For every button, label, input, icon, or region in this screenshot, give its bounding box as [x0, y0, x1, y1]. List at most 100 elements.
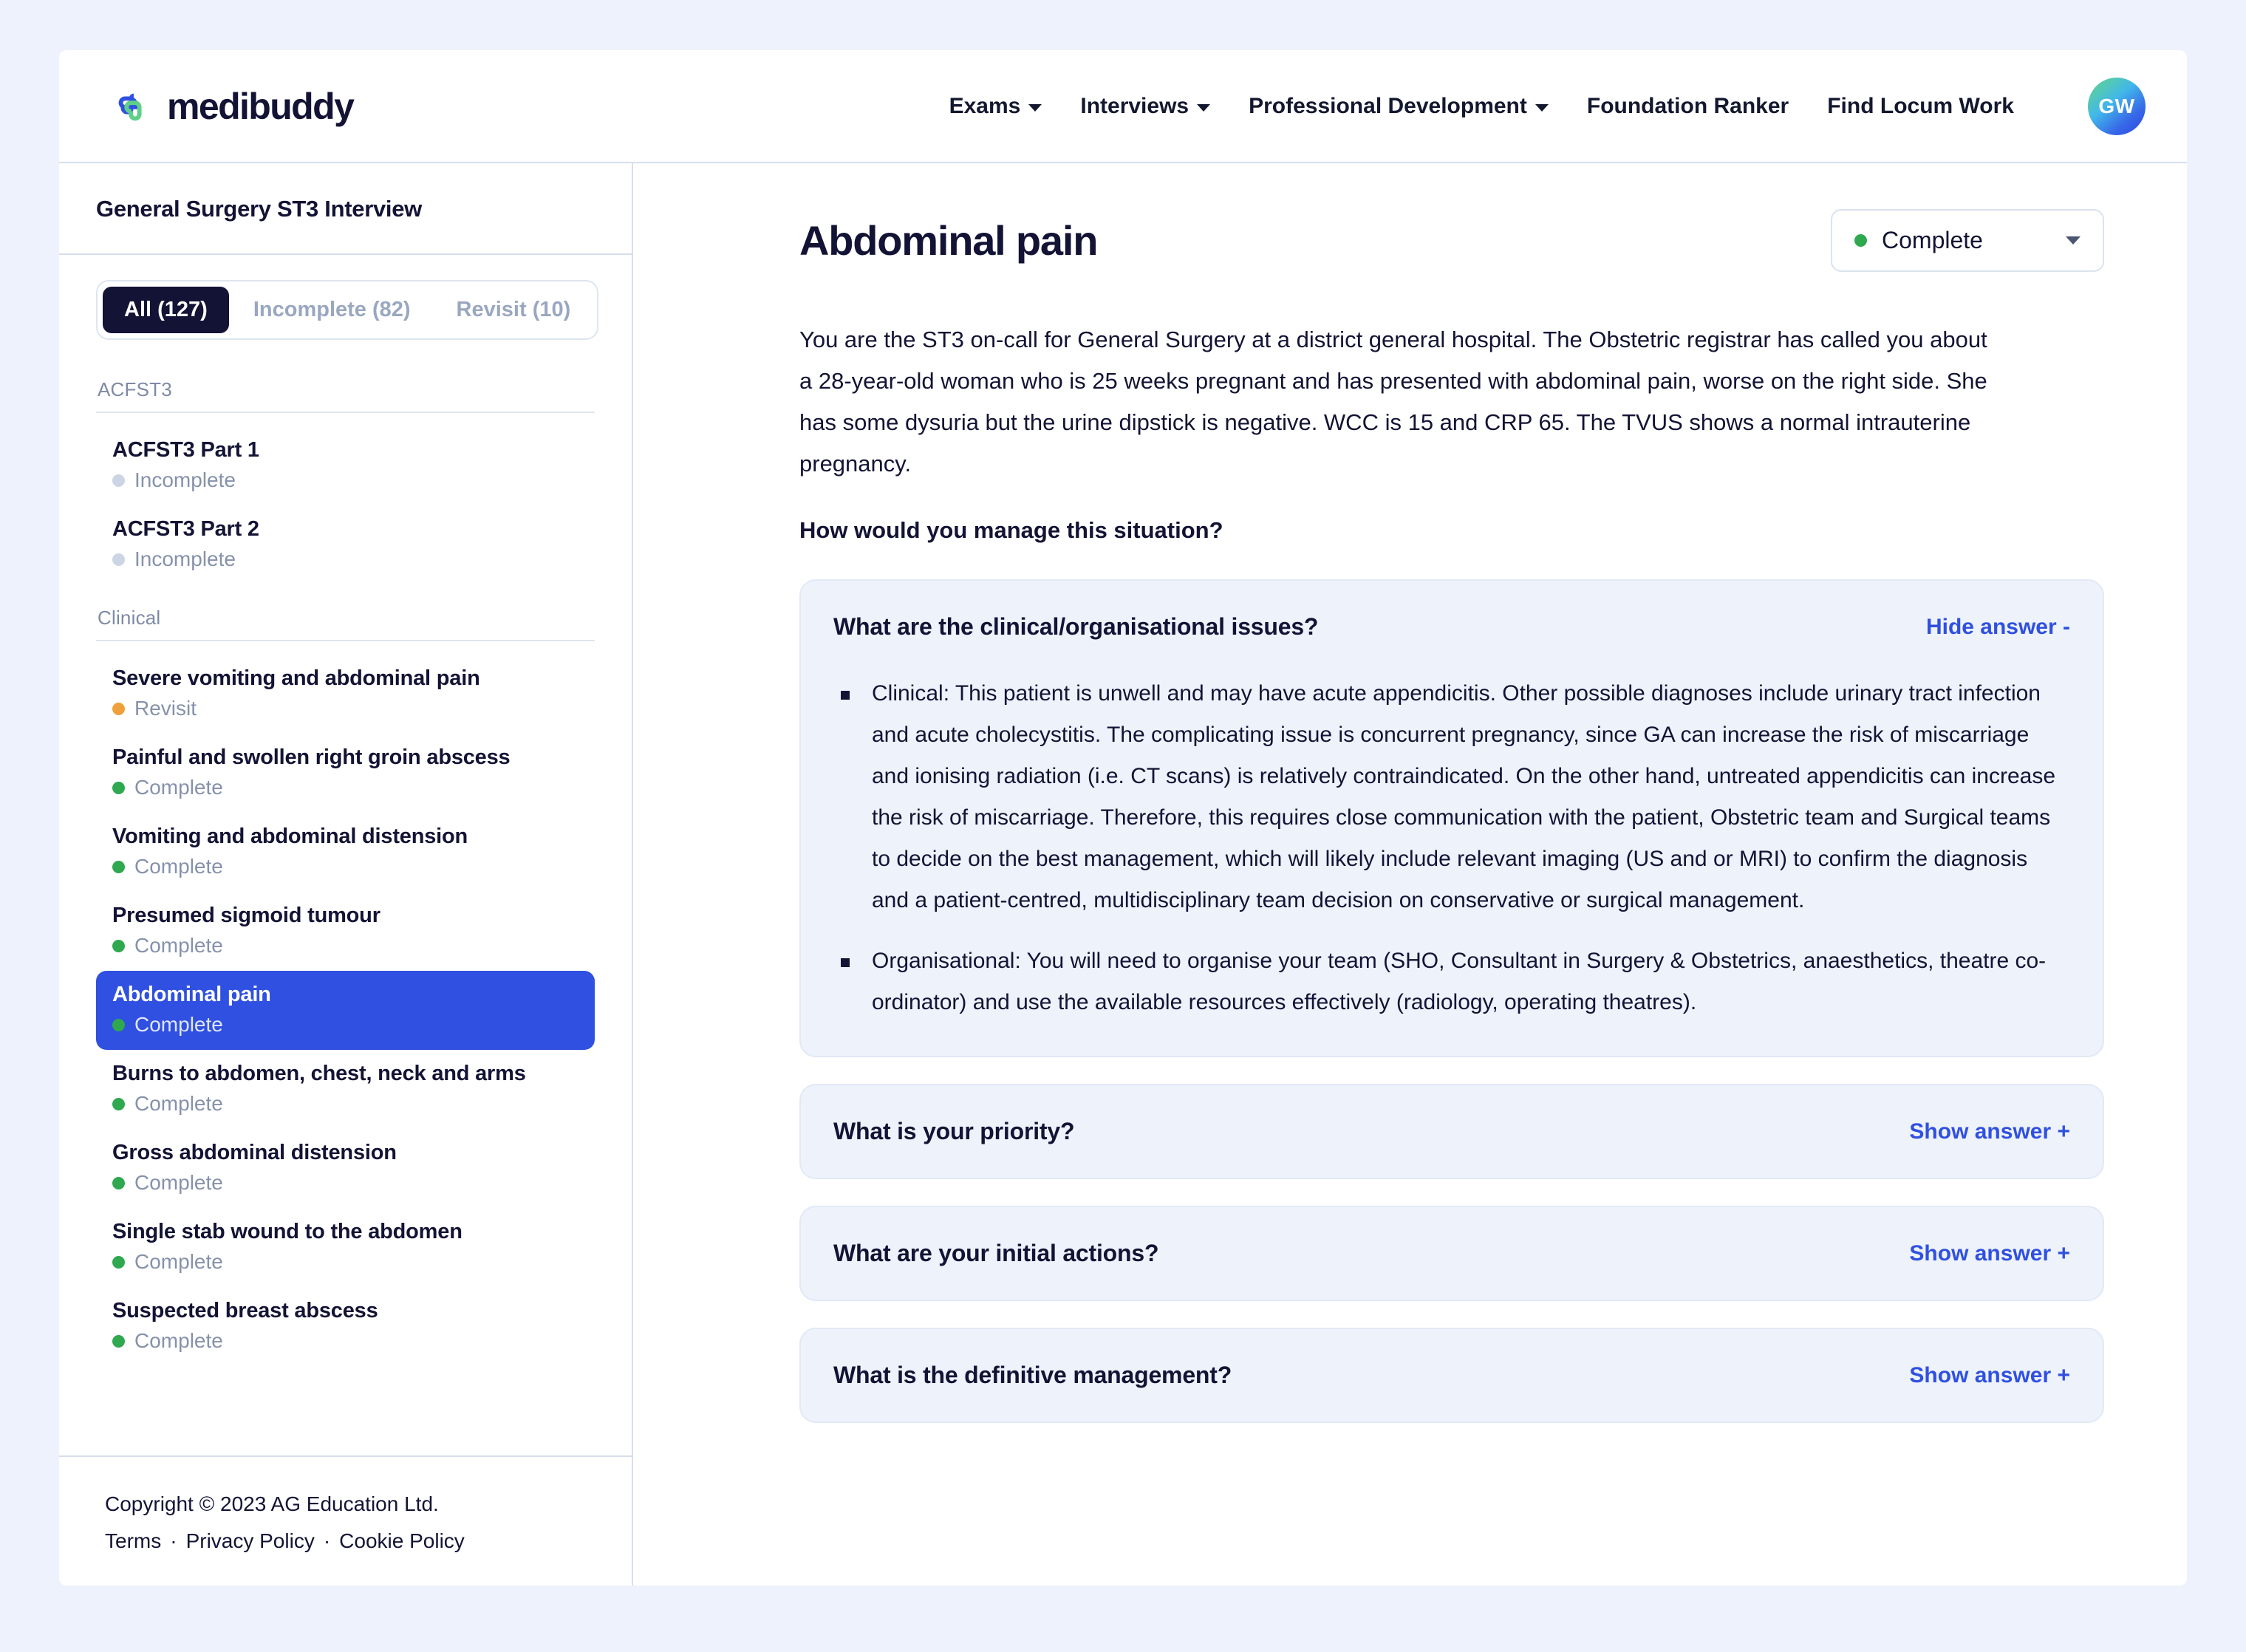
status-dot-icon: [112, 1255, 125, 1269]
question-card: What is your priority? Show answer +: [799, 1084, 2104, 1179]
question-card-header: What is the definitive management? Show a…: [833, 1329, 2070, 1421]
show-answer-button[interactable]: Show answer +: [1909, 1363, 2070, 1388]
nav-item-foundation-ranker[interactable]: Foundation Ranker: [1587, 94, 1789, 119]
list-item[interactable]: Burns to abdomen, chest, neck and arms Co…: [96, 1050, 595, 1129]
topic-name: Painful and swollen right groin abscess: [112, 745, 511, 769]
nav-item-find-locum-work[interactable]: Find Locum Work: [1827, 94, 2014, 119]
nav-label: Interviews: [1080, 93, 1189, 118]
status-value: Complete: [1882, 227, 1983, 253]
topic-name: ACFST3 Part 2: [112, 517, 259, 541]
privacy-policy-link[interactable]: Privacy Policy: [186, 1529, 315, 1553]
list-item[interactable]: ACFST3 Part 2 Incomplete: [96, 505, 595, 584]
chevron-down-icon: [2066, 236, 2081, 245]
app-page: medibuddy Exams Interviews Professional …: [0, 0, 2246, 1652]
question-card-header: What are the clinical/organisational iss…: [833, 581, 2070, 673]
topic-group-label: Clinical: [98, 607, 161, 629]
status-dot-icon: [112, 1176, 125, 1189]
brand-name: medibuddy: [167, 85, 355, 127]
topic-name: Gross abdominal distension: [112, 1141, 397, 1164]
answer-body: Clinical: This patient is unwell and may…: [833, 673, 2070, 1056]
main-panel: Abdominal pain Complete You are the ST3 …: [633, 163, 2187, 1586]
status-label: Revisit: [134, 697, 197, 720]
question-title: What are the clinical/organisational iss…: [833, 613, 1319, 640]
answer-bullet: Organisational: You will need to organis…: [833, 941, 2070, 1023]
list-item[interactable]: Suspected breast abscess Complete: [96, 1287, 595, 1366]
status-dot-icon: [112, 781, 125, 794]
avatar[interactable]: GW: [2088, 77, 2146, 135]
list-item[interactable]: Gross abdominal distension Complete: [96, 1129, 595, 1208]
chevron-down-icon: [1197, 103, 1211, 112]
status-badge: Incomplete: [112, 547, 578, 571]
filter-incomplete[interactable]: Incomplete (82): [232, 287, 432, 333]
status-dot-icon: [112, 702, 125, 715]
sidebar-footer: Copyright © 2023 AG Education Ltd. Terms…: [59, 1455, 632, 1586]
list-item[interactable]: ACFST3 Part 1 Incomplete: [96, 426, 595, 505]
status-label: Incomplete: [134, 468, 236, 491]
topic-name: Burns to abdomen, chest, neck and arms: [112, 1062, 526, 1085]
app-window: medibuddy Exams Interviews Professional …: [59, 50, 2187, 1586]
status-badge: Complete: [112, 855, 578, 878]
status-dot-icon: [112, 474, 125, 487]
question-card-header: What are your initial actions? Show answe…: [833, 1207, 2070, 1300]
status-badge: Revisit: [112, 697, 578, 720]
show-answer-button[interactable]: Show answer +: [1909, 1241, 2070, 1266]
scenario-text: You are the ST3 on-call for General Surg…: [799, 327, 1987, 477]
topic-name: Suspected breast abscess: [112, 1299, 378, 1322]
status-label: Complete: [134, 1092, 223, 1115]
list-item[interactable]: Abdominal pain Complete: [96, 971, 595, 1050]
copyright-text: Copyright © 2023 AG Education Ltd.: [105, 1492, 439, 1515]
divider: [96, 412, 595, 413]
topic-name: Vomiting and abdominal distension: [112, 825, 468, 848]
status-dot-icon: [1854, 234, 1867, 247]
cookie-policy-link[interactable]: Cookie Policy: [339, 1529, 465, 1553]
status-dot-icon: [112, 1018, 125, 1031]
status-label: Complete: [134, 1250, 223, 1273]
filter-all[interactable]: All (127): [103, 287, 229, 333]
topic-name: Single stab wound to the abdomen: [112, 1220, 462, 1243]
status-dot-icon: [112, 939, 125, 952]
nav-item-professional-development[interactable]: Professional Development: [1249, 94, 1549, 119]
status-label: Incomplete: [134, 547, 236, 570]
status-badge: Incomplete: [112, 468, 578, 492]
link-separator: ·: [170, 1529, 177, 1552]
answer-bullet-list: Clinical: This patient is unwell and may…: [833, 673, 2070, 1023]
question-title: What are your initial actions?: [833, 1240, 1159, 1266]
question-card: What is the definitive management? Show a…: [799, 1328, 2104, 1423]
filter-revisit[interactable]: Revisit (10): [435, 287, 593, 333]
status-badge: Complete: [112, 776, 578, 799]
nav-item-interviews[interactable]: Interviews: [1080, 93, 1211, 119]
answer-bullet: Clinical: This patient is unwell and may…: [833, 673, 2070, 921]
show-answer-button[interactable]: Show answer +: [1909, 1119, 2070, 1144]
question-card: What are the clinical/organisational iss…: [799, 579, 2104, 1057]
list-item[interactable]: Vomiting and abdominal distension Complet…: [96, 813, 595, 892]
status-label: Complete: [134, 1329, 223, 1352]
top-navigation-bar: medibuddy Exams Interviews Professional …: [59, 50, 2187, 163]
brand-logo[interactable]: medibuddy: [109, 83, 355, 129]
status-dropdown[interactable]: Complete: [1831, 209, 2104, 272]
hide-answer-button[interactable]: Hide answer -: [1926, 615, 2070, 640]
status-dot-icon: [112, 860, 125, 873]
legal-links: Terms · Privacy Policy · Cookie Policy: [105, 1529, 595, 1553]
question-card-list: What are the clinical/organisational iss…: [799, 579, 2104, 1423]
status-label: Complete: [134, 934, 223, 957]
status-dot-icon: [112, 553, 125, 566]
list-item[interactable]: Single stab wound to the abdomen Complete: [96, 1208, 595, 1287]
nav-label: Find Locum Work: [1827, 93, 2014, 118]
list-item[interactable]: Severe vomiting and abdominal pain Revisi…: [96, 655, 595, 734]
terms-link[interactable]: Terms: [105, 1529, 161, 1553]
list-item[interactable]: Painful and swollen right groin abscess C…: [96, 734, 595, 813]
status-label: Complete: [134, 855, 223, 878]
question-card: What are your initial actions? Show answe…: [799, 1206, 2104, 1301]
question-title: What is your priority?: [833, 1118, 1075, 1144]
filter-bar: All (127) Incomplete (82) Revisit (10): [59, 255, 632, 356]
nav-label: Foundation Ranker: [1586, 93, 1789, 118]
list-item[interactable]: Presumed sigmoid tumour Complete: [96, 892, 595, 971]
status-badge: Complete: [112, 1013, 578, 1037]
nav-item-exams[interactable]: Exams: [949, 94, 1042, 119]
content-area: General Surgery ST3 Interview All (127) …: [59, 163, 2187, 1586]
sidebar: General Surgery ST3 Interview All (127) …: [59, 163, 633, 1586]
prompt-question: How would you manage this situation?: [799, 517, 1223, 543]
topic-list[interactable]: ACFST3 ACFST3 Part 1 Incomplete ACFST3 Part…: [59, 356, 632, 1455]
link-separator: ·: [323, 1529, 331, 1552]
status-label: Complete: [134, 776, 223, 799]
